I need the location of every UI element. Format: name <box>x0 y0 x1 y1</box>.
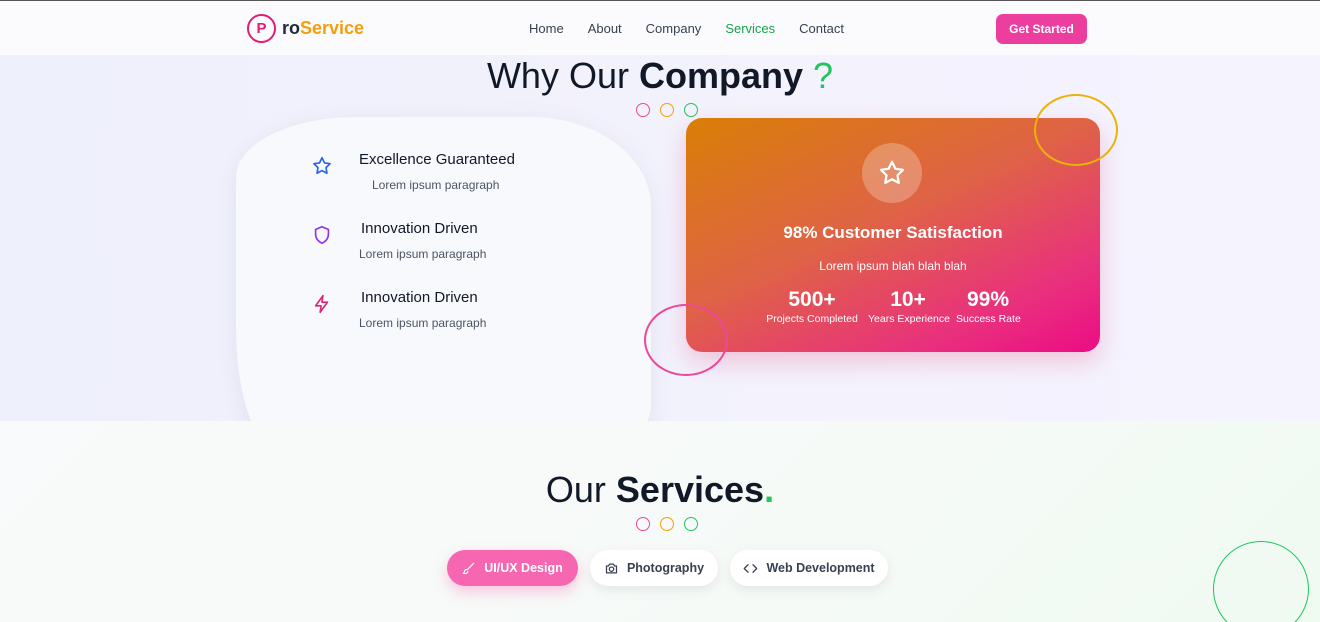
satisfaction-card: 98% Customer Satisfaction Lorem ipsum bl… <box>686 118 1100 352</box>
card-subtitle: Lorem ipsum blah blah blah <box>819 259 967 273</box>
card-title: 98% Customer Satisfaction <box>783 223 1003 242</box>
decorative-ring-amber <box>1034 94 1118 166</box>
stat-success: 99% Success Rate <box>956 288 1021 325</box>
feature-desc: Lorem ipsum paragraph <box>372 178 500 192</box>
get-started-button[interactable]: Get Started <box>996 14 1087 44</box>
code-icon <box>744 563 758 573</box>
tab-photography[interactable]: Photography <box>590 550 718 586</box>
card-icon-badge <box>862 143 922 203</box>
nav-about[interactable]: About <box>588 21 622 36</box>
decorative-ring-pink <box>644 304 728 376</box>
logo-text-part-2: Service <box>300 18 365 38</box>
stat-value: 500+ <box>788 288 836 311</box>
amber-dot-icon <box>660 103 674 117</box>
services-title-light: Our <box>545 469 616 510</box>
logo-text: roService <box>282 18 364 39</box>
camera-icon <box>605 563 618 573</box>
stat-label: Projects Completed <box>766 313 858 325</box>
feature-title: Innovation Driven <box>361 220 478 237</box>
green-dot-icon <box>684 103 698 117</box>
nav-home[interactable]: Home <box>529 21 564 36</box>
stat-label: Years Experience <box>868 313 950 325</box>
lightning-icon <box>314 294 329 314</box>
services-title-mark: . <box>764 469 775 510</box>
tab-label: Web Development <box>766 561 875 575</box>
services-section: Our Services. UI/UX Design Photography W… <box>0 421 1320 622</box>
decorative-dots <box>636 103 698 117</box>
green-dot-icon <box>684 517 698 531</box>
stat-value: 10+ <box>890 288 926 311</box>
decorative-ring-green <box>1213 541 1309 622</box>
nav-services[interactable]: Services <box>725 21 775 36</box>
why-title: Why Our Company ? <box>0 55 1320 97</box>
services-title-bold: Services <box>615 469 765 510</box>
star-icon <box>879 160 905 184</box>
tab-ui-ux-design[interactable]: UI/UX Design <box>447 550 578 586</box>
tab-label: Photography <box>626 561 705 575</box>
star-icon <box>313 156 331 175</box>
feature-desc: Lorem ipsum paragraph <box>359 316 487 330</box>
top-navbar: P roService Home About Company Services … <box>0 0 1320 55</box>
amber-dot-icon <box>660 517 674 531</box>
stat-years: 10+ Years Experience <box>868 288 950 325</box>
stat-projects: 500+ Projects Completed <box>766 288 858 325</box>
brush-icon <box>462 562 475 575</box>
tab-label: UI/UX Design <box>484 561 563 575</box>
services-title: Our Services. <box>0 469 1320 511</box>
shield-icon <box>314 225 330 245</box>
why-title-light: Why Our <box>486 55 639 96</box>
nav-contact[interactable]: Contact <box>799 21 844 36</box>
nav-company[interactable]: Company <box>646 21 702 36</box>
feature-desc: Lorem ipsum paragraph <box>359 247 487 261</box>
brand-logo[interactable]: P roService <box>247 14 364 43</box>
logo-mark: P <box>247 14 276 43</box>
why-title-bold: Company <box>638 55 803 96</box>
stat-label: Success Rate <box>956 313 1021 325</box>
tab-web-development[interactable]: Web Development <box>730 550 888 586</box>
logo-text-part-1: ro <box>282 18 300 38</box>
stat-value: 99% <box>966 288 1010 311</box>
decorative-dots <box>636 517 698 531</box>
pink-dot-icon <box>636 103 650 117</box>
why-title-mark: ? <box>803 55 834 96</box>
main-nav: Home About Company Services Contact <box>529 21 844 36</box>
feature-title: Innovation Driven <box>361 289 478 306</box>
feature-title: Excellence Guaranteed <box>359 151 515 168</box>
pink-dot-icon <box>636 517 650 531</box>
